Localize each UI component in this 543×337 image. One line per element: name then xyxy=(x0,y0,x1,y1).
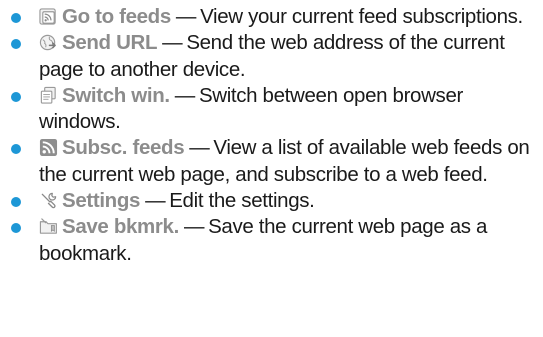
option-name: Subsc. feeds xyxy=(62,136,185,160)
separator: — xyxy=(162,31,183,55)
option-description: View your current feed subscriptions. xyxy=(200,5,523,28)
separator: — xyxy=(145,189,166,213)
list-item-save-bookmark: Save bkmrk. — Save the current web page as… xyxy=(0,214,543,267)
list-item-settings: Settings — Edit the settings. xyxy=(0,188,543,214)
separator: — xyxy=(189,136,210,160)
subscribe-feeds-icon xyxy=(39,138,58,157)
send-url-icon xyxy=(39,33,58,52)
bullet xyxy=(11,197,21,208)
option-name: Settings xyxy=(62,189,141,213)
list-item-send-url: Send URL — Send the web address of the cur… xyxy=(0,30,543,83)
bullet xyxy=(11,144,21,155)
option-name: Go to feeds xyxy=(62,5,171,28)
option-name: Send URL xyxy=(62,31,158,55)
list-item-go-to-feeds: Go to feeds — View your current feed subsc… xyxy=(0,4,543,30)
list-item-switch-window: Switch win. — Switch between open browser … xyxy=(0,83,543,136)
separator: — xyxy=(183,215,205,239)
bullet xyxy=(11,13,21,23)
browser-options-list: Go to feeds — View your current feed subsc… xyxy=(0,0,543,267)
option-name: Switch win. xyxy=(62,83,170,107)
separator: — xyxy=(174,83,196,107)
bullet xyxy=(11,91,21,102)
list-item-subscribe-feeds: Subsc. feeds — View a list of available we… xyxy=(0,135,543,188)
bullet xyxy=(11,223,21,234)
switch-window-icon xyxy=(39,86,58,105)
bullet xyxy=(11,39,21,50)
option-name: Save bkmrk. xyxy=(62,215,179,239)
feeds-icon xyxy=(39,7,58,26)
separator: — xyxy=(175,5,197,28)
wrench-icon xyxy=(39,191,58,210)
bookmark-folder-icon xyxy=(39,217,58,236)
option-description: Edit the settings. xyxy=(169,189,315,213)
